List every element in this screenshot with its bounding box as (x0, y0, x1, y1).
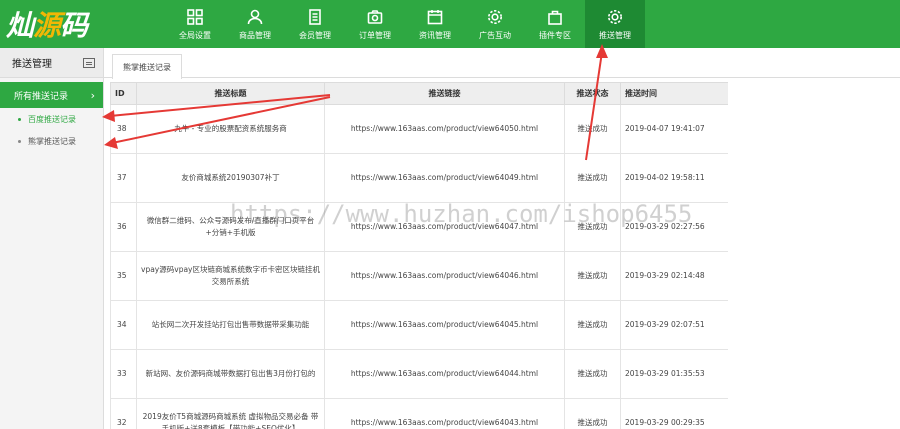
cell-status: 推送成功 (564, 251, 621, 301)
gear-icon (608, 9, 622, 24)
nav-item-push-management[interactable]: 推送管理 (585, 0, 645, 48)
nav-label: 插件专区 (539, 30, 571, 40)
cell-id: 33 (110, 349, 137, 399)
nav-label: 资讯管理 (419, 30, 451, 40)
logo-text: 灿源码 (6, 9, 88, 42)
nav-item-ads[interactable]: 广告互动 (465, 0, 525, 48)
cell-id: 36 (110, 202, 137, 252)
tab-bar: 熊掌推送记录 (104, 48, 900, 79)
gear-icon (488, 9, 502, 24)
cell-id: 32 (110, 398, 137, 429)
cell-title: 2019友价T5商城源码商城系统 虚拟物品交易必备 带手机版+送8套模板【带功能… (136, 398, 325, 429)
column-header-time[interactable]: 推送时间 (620, 82, 728, 105)
push-records-table-container: ID 推送标题 推送链接 推送状态 推送时间 38 九牛 - 专业的股票配资系统… (110, 82, 728, 429)
user-icon (247, 9, 263, 24)
sidebar-group-all-push-records[interactable]: 所有推送记录 › (0, 82, 103, 108)
table-row: 34 站长网二次开发挂站打包出售带数据带采集功能 https://www.163… (110, 300, 728, 350)
sidebar-group-label: 所有推送记录 (14, 91, 69, 102)
cell-id: 34 (110, 300, 137, 350)
sidebar-item-baidu-push-records[interactable]: 百度推送记录 (0, 108, 103, 130)
cell-link[interactable]: https://www.163aas.com/product/view64049… (324, 153, 565, 203)
push-records-table: ID 推送标题 推送链接 推送状态 推送时间 38 九牛 - 专业的股票配资系统… (110, 82, 728, 429)
cell-link[interactable]: https://www.163aas.com/product/view64044… (324, 349, 565, 399)
cell-time: 2019-04-07 19:41:07 (620, 104, 728, 154)
cell-status: 推送成功 (564, 153, 621, 203)
table-row: 32 2019友价T5商城源码商城系统 虚拟物品交易必备 带手机版+送8套模板【… (110, 398, 728, 429)
cell-time: 2019-03-29 01:35:53 (620, 349, 728, 399)
table-header-row: ID 推送标题 推送链接 推送状态 推送时间 (110, 82, 728, 105)
cell-status: 推送成功 (564, 398, 621, 429)
column-header-id[interactable]: ID (110, 82, 137, 105)
bag-icon (548, 10, 562, 25)
sidebar-header: 推送管理 (0, 48, 103, 78)
sidebar-item-xiongzhang-push-records[interactable]: 熊掌推送记录 (0, 130, 103, 152)
sidebar-item-label: 熊掌推送记录 (28, 136, 76, 146)
table-row: 38 九牛 - 专业的股票配资系统服务商 https://www.163aas.… (110, 104, 728, 154)
cell-time: 2019-03-29 02:14:48 (620, 251, 728, 301)
sidebar-item-label: 百度推送记录 (28, 114, 76, 124)
cell-status: 推送成功 (564, 349, 621, 399)
nav-item-members[interactable]: 会员管理 (285, 0, 345, 48)
cell-link[interactable]: https://www.163aas.com/product/view64043… (324, 398, 565, 429)
nav-label: 会员管理 (299, 30, 331, 40)
camera-icon (367, 9, 383, 24)
tab-xiongzhang-push-records[interactable]: 熊掌推送记录 (112, 54, 182, 79)
cell-id: 35 (110, 251, 137, 301)
cell-time: 2019-03-29 00:29:35 (620, 398, 728, 429)
grid-icon (187, 8, 203, 25)
top-navigation: 灿源码 全局设置 商品管理 会员管理 订单管理 资讯管理 广告互动 插件专区 推… (0, 0, 900, 48)
cell-title: 新站网、友价源码商城带数据打包出售3月份打包的 (136, 349, 325, 399)
main-content: 熊掌推送记录 ID 推送标题 推送链接 推送状态 推送时间 38 九牛 - 专业… (104, 48, 900, 429)
nav-item-orders[interactable]: 订单管理 (345, 0, 405, 48)
watermark: https://www.huzhan.com/ishop6455 (230, 200, 693, 228)
nav-label: 订单管理 (359, 30, 391, 40)
nav-item-plugins[interactable]: 插件专区 (525, 0, 585, 48)
nav-label: 推送管理 (599, 30, 631, 40)
nav-label: 商品管理 (239, 30, 271, 40)
cell-title: 站长网二次开发挂站打包出售带数据带采集功能 (136, 300, 325, 350)
cell-time: 2019-04-02 19:58:11 (620, 153, 728, 203)
cell-status: 推送成功 (564, 104, 621, 154)
menu-toggle-icon[interactable] (83, 57, 95, 68)
cell-link[interactable]: https://www.163aas.com/product/view64050… (324, 104, 565, 154)
bullet-icon (18, 139, 21, 143)
nav-item-news[interactable]: 资讯管理 (405, 0, 465, 48)
nav-item-global-settings[interactable]: 全局设置 (165, 0, 225, 48)
cell-title: 友价商城系统20190307补丁 (136, 153, 325, 203)
calendar-icon (427, 9, 443, 24)
sidebar-title: 推送管理 (12, 59, 52, 70)
sidebar: 推送管理 所有推送记录 › 百度推送记录 熊掌推送记录 (0, 48, 104, 429)
column-header-title[interactable]: 推送标题 (136, 82, 325, 105)
nav-label: 全局设置 (179, 30, 211, 40)
cell-link[interactable]: https://www.163aas.com/product/view64045… (324, 300, 565, 350)
cell-time: 2019-03-29 02:07:51 (620, 300, 728, 350)
cell-id: 37 (110, 153, 137, 203)
nav-item-products[interactable]: 商品管理 (225, 0, 285, 48)
table-row: 33 新站网、友价源码商城带数据打包出售3月份打包的 https://www.1… (110, 349, 728, 399)
chevron-right-icon: › (90, 88, 95, 102)
table-row: 37 友价商城系统20190307补丁 https://www.163aas.c… (110, 153, 728, 203)
cell-link[interactable]: https://www.163aas.com/product/view64046… (324, 251, 565, 301)
column-header-link[interactable]: 推送链接 (324, 82, 565, 105)
table-row: 35 vpay源码vpay区块链商城系统数字币卡密区块链挂机交易所系统 http… (110, 251, 728, 301)
bullet-icon (18, 117, 21, 121)
cell-title: 九牛 - 专业的股票配资系统服务商 (136, 104, 325, 154)
nav-label: 广告互动 (479, 30, 511, 40)
cell-id: 38 (110, 104, 137, 154)
column-header-status[interactable]: 推送状态 (564, 82, 621, 105)
cell-title: vpay源码vpay区块链商城系统数字币卡密区块链挂机交易所系统 (136, 251, 325, 301)
document-icon (309, 8, 321, 25)
logo[interactable]: 灿源码 (0, 0, 165, 48)
cell-status: 推送成功 (564, 300, 621, 350)
